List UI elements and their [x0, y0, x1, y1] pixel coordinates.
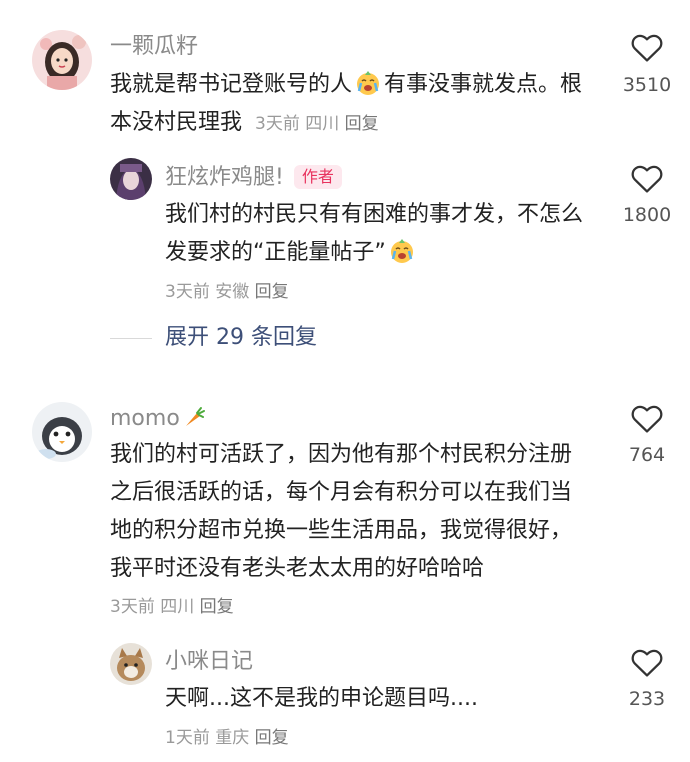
expand-replies-button[interactable]: 展开 29 条回复 [165, 323, 317, 353]
reply-link[interactable]: 回复 [200, 597, 234, 617]
comment-meta: 3天前 四川 回复 [110, 594, 234, 620]
heart-outline-icon [631, 649, 663, 677]
comment-location: 四川 [305, 114, 340, 134]
comment-location: 四川 [160, 597, 195, 617]
comment-text: 我们的村可活跃了，因为他有那个村民积分注册之后很活跃的话，每个月会有积分可以在我… [110, 442, 573, 581]
heart-outline-icon [631, 34, 663, 62]
like-count: 3510 [622, 74, 672, 96]
reply-location: 重庆 [215, 728, 250, 748]
avatar[interactable] [32, 30, 92, 90]
heart-outline-icon [631, 405, 663, 433]
comment-time: 3天前 [110, 597, 155, 617]
reply-meta: 3天前 安徽 回复 [165, 279, 289, 305]
like-button[interactable] [627, 31, 667, 67]
reply-link[interactable]: 回复 [255, 282, 289, 302]
author-badge: 作者 [293, 165, 342, 189]
reply-link[interactable]: 回复 [255, 728, 289, 748]
reply-author[interactable]: 小咪日记 [165, 648, 253, 676]
reply-author[interactable]: 狂炫炸鸡腿! 作者 [165, 164, 342, 192]
reply-text: 天啊...这不是我的申论题目吗.... [165, 686, 478, 711]
reply-author-name: 狂炫炸鸡腿! [165, 165, 284, 190]
reply-location: 安徽 [215, 282, 250, 302]
comment-text: 我就是帮书记登账号的人 有事没事就发点。根本没村民理我 3天前 四川 回复 [110, 66, 590, 142]
crying-face-emoji-icon [354, 70, 382, 96]
expand-divider [110, 338, 152, 339]
comment-author[interactable]: 一颗瓜籽 [110, 33, 198, 61]
crying-face-emoji-icon [388, 238, 416, 264]
reply-time: 1天前 [165, 728, 210, 748]
reply-time: 3天前 [165, 282, 210, 302]
reply-meta: 1天前 重庆 回复 [165, 725, 289, 751]
heart-outline-icon [631, 165, 663, 193]
comment-author-name: momo [110, 406, 180, 431]
reply-link[interactable]: 回复 [345, 114, 379, 134]
reply-avatar[interactable] [110, 643, 152, 685]
reply-avatar[interactable] [110, 158, 152, 200]
like-count: 233 [628, 688, 666, 710]
like-button[interactable] [627, 646, 667, 682]
reply-text-content: 我们村的村民只有有困难的事才发，不怎么发要求的“正能量帖子” [165, 202, 584, 265]
comment-meta: 3天前 四川 回复 [255, 114, 379, 134]
like-count: 1800 [622, 204, 672, 226]
comment-text-part: 我就是帮书记登账号的人 [110, 72, 353, 97]
like-button[interactable] [627, 162, 667, 198]
comment-time: 3天前 [255, 114, 300, 134]
carrot-icon [182, 405, 206, 429]
reply-text: 我们村的村民只有有困难的事才发，不怎么发要求的“正能量帖子” [165, 196, 595, 272]
comment-author[interactable]: momo [110, 405, 206, 433]
like-button[interactable] [627, 402, 667, 438]
avatar[interactable] [32, 402, 92, 462]
like-count: 764 [628, 444, 666, 466]
